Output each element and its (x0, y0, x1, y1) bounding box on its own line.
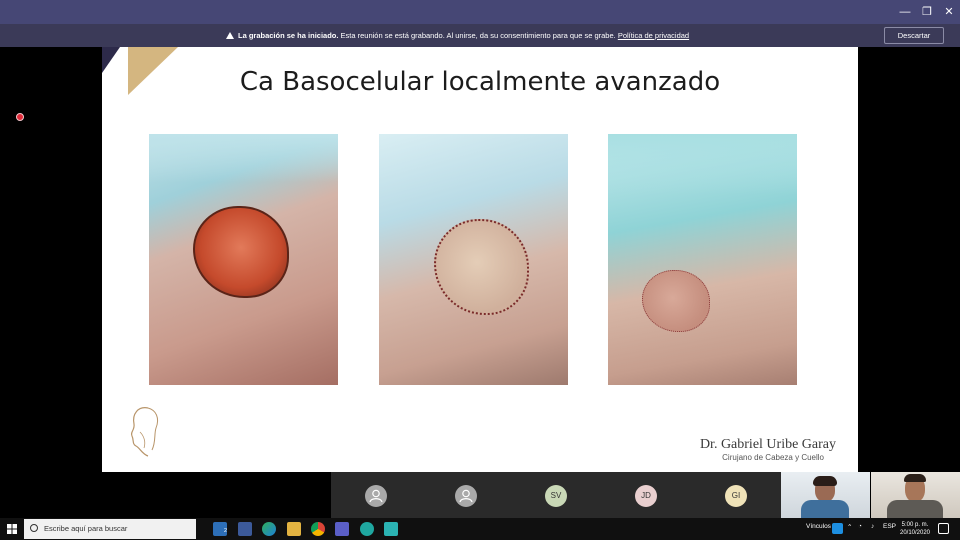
app-icon[interactable] (384, 522, 398, 536)
mail-badge: 2 (224, 528, 228, 534)
maximize-button[interactable]: ❐ (916, 0, 938, 24)
participant-avatar: GI (725, 485, 747, 507)
participant-avatar: SV (545, 485, 567, 507)
participant-avatar: JD (635, 485, 657, 507)
windows-start-icon[interactable] (7, 524, 17, 534)
author-name: Dr. Gabriel Uribe Garay (699, 437, 836, 452)
participant-tile[interactable]: GI (691, 472, 781, 518)
participant-avatar-icon (455, 485, 477, 507)
notifications-icon[interactable] (938, 523, 949, 534)
task-view-icon[interactable] (238, 522, 252, 536)
minimize-button[interactable]: — (894, 0, 916, 24)
edge-browser-icon[interactable] (262, 522, 276, 536)
recording-text: Esta reunión se está grabando. Al unirse… (338, 31, 618, 40)
close-button[interactable]: ✕ (938, 0, 960, 24)
app-icon[interactable] (360, 522, 374, 536)
file-explorer-icon[interactable] (287, 522, 301, 536)
participant-avatar-icon (365, 485, 387, 507)
screen: — ❐ ✕ La grabación se ha iniciado. Esta … (0, 0, 960, 540)
chrome-browser-icon[interactable] (311, 522, 325, 536)
network-icon[interactable]: ◔ (858, 523, 862, 530)
language-indicator[interactable]: ESP (883, 523, 896, 530)
chevron-up-icon[interactable]: ⌃ (847, 523, 852, 531)
clinical-photo-before (149, 134, 338, 385)
privacy-policy-link[interactable]: Política de privacidad (618, 31, 689, 40)
window-titlebar: — ❐ ✕ (0, 0, 960, 24)
participant-tile[interactable]: JD (601, 472, 691, 518)
taskbar-search-box[interactable]: Escribe aquí para buscar (24, 519, 196, 539)
participant-tile[interactable]: SV (511, 472, 601, 518)
clock-date: 20/10/2020 (899, 530, 931, 536)
author-role: Cirujano de Cabeza y Cuello (722, 453, 824, 462)
dismiss-button[interactable]: Descartar (884, 27, 944, 44)
recording-message: La grabación se ha iniciado. Esta reunió… (226, 31, 689, 40)
app-tray-icon[interactable] (832, 523, 843, 534)
recording-banner: La grabación se ha iniciado. Esta reunió… (0, 24, 960, 47)
healed-graft (642, 270, 710, 332)
taskbar-clock[interactable]: 5:00 p. m. 20/10/2020 (896, 521, 934, 537)
slide-title: Ca Basocelular localmente avanzado (239, 67, 721, 97)
search-icon (30, 524, 38, 532)
clinical-photo-healed (608, 134, 797, 385)
links-toolbar[interactable]: Vínculos (806, 523, 831, 530)
shared-slide: Ca Basocelular localmente avanzado Dr. G… (102, 47, 858, 472)
skin-graft (434, 219, 529, 315)
participant-tile[interactable] (421, 472, 511, 518)
participants-bar: SV JD GI (0, 472, 960, 518)
windows-taskbar: Escribe aquí para buscar 2 Vínculos ⌃ ◔ … (0, 518, 960, 540)
clock-time: 5:00 p. m. (901, 522, 929, 528)
recording-indicator-icon (16, 113, 24, 121)
clinical-photo-graft (379, 134, 568, 385)
recording-title: La grabación se ha iniciado. (238, 31, 339, 40)
teams-app-icon[interactable] (335, 522, 349, 536)
volume-icon[interactable]: ♪ (871, 523, 874, 530)
participant-tile[interactable] (331, 472, 421, 518)
participant-video-tile[interactable] (781, 472, 870, 518)
wound-defect (193, 206, 289, 298)
head-neck-logo-icon (130, 407, 159, 457)
participant-video-tile[interactable] (871, 472, 960, 518)
warning-icon (226, 32, 234, 39)
